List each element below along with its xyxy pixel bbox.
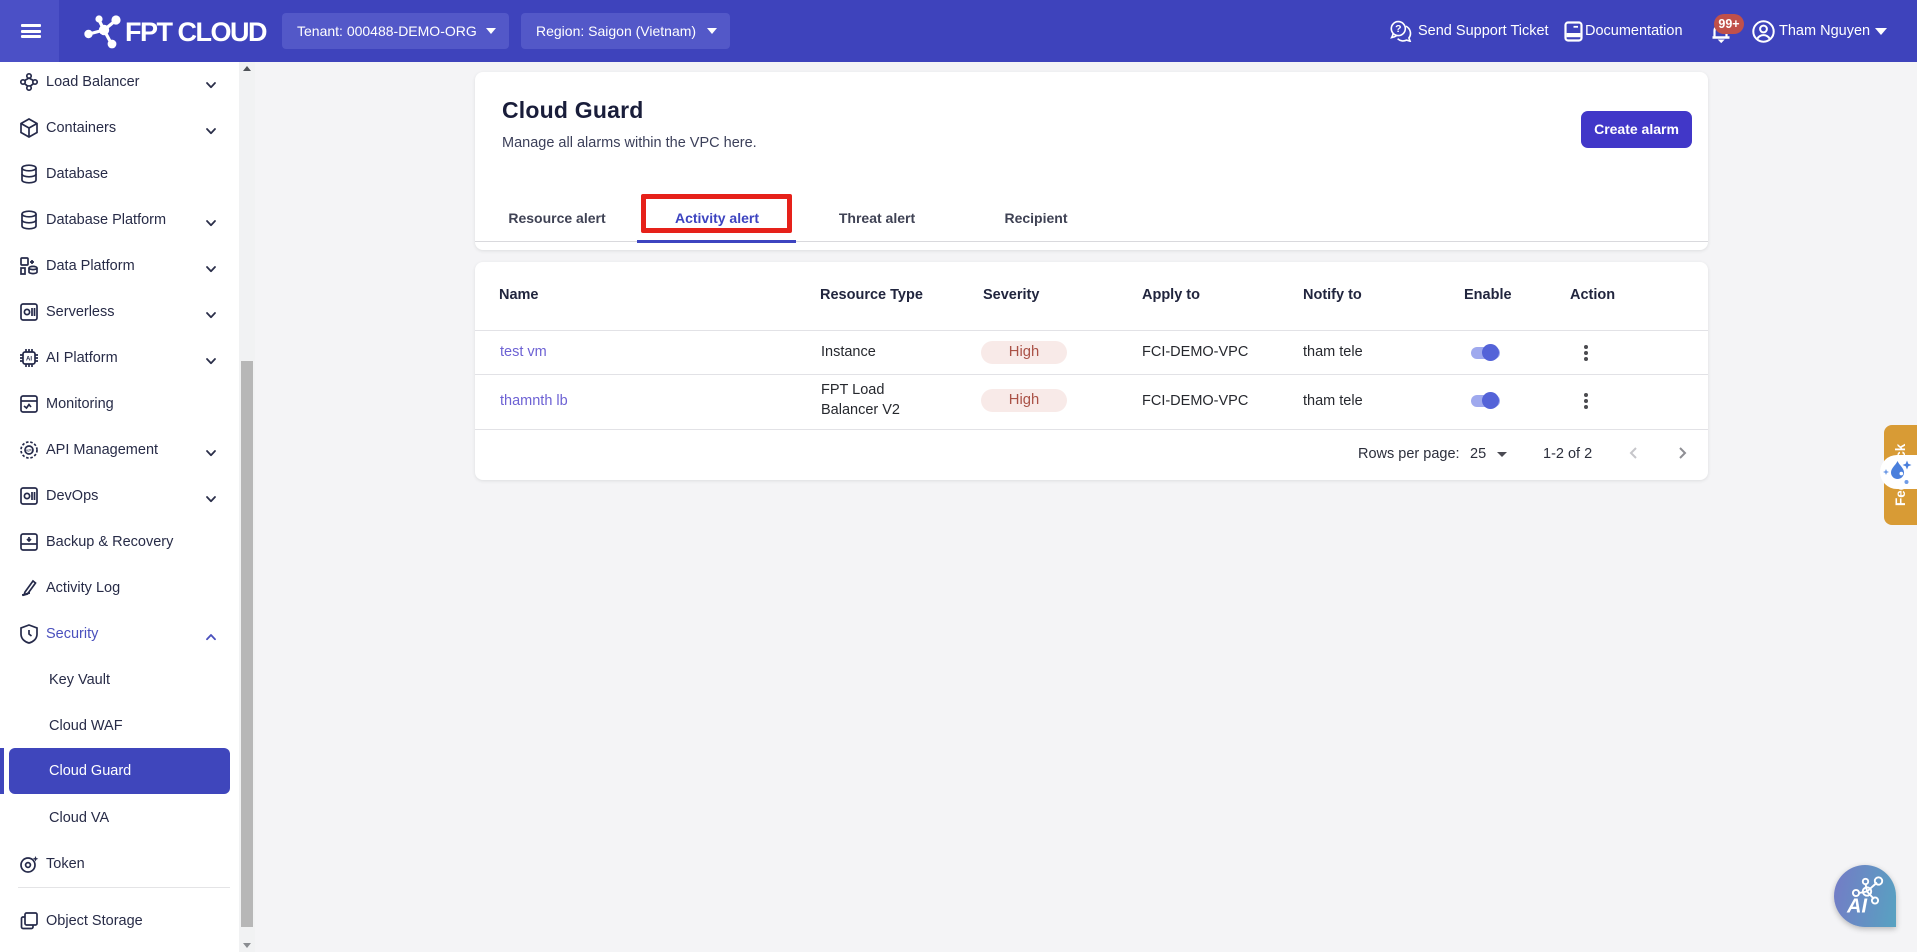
- svg-text:API: API: [25, 448, 32, 453]
- svg-text:AI: AI: [1846, 896, 1867, 918]
- svg-text:?: ?: [1395, 23, 1401, 35]
- svg-text:AI: AI: [26, 357, 32, 363]
